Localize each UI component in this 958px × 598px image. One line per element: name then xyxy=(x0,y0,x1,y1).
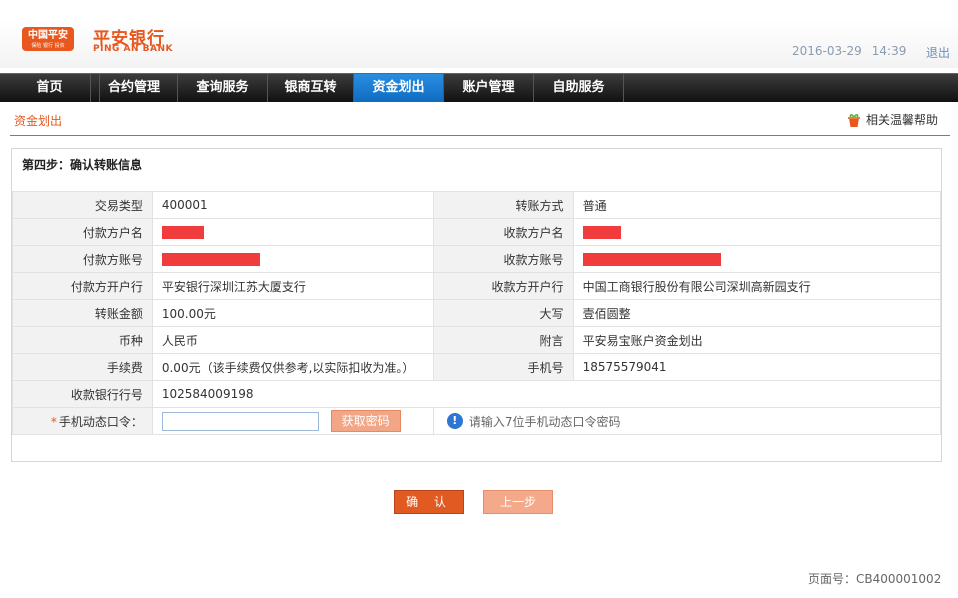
value-amount-uppercase: 壹佰圆整 xyxy=(572,299,942,327)
table-row: * 手机动态口令： 获取密码 ! 请输入7位手机动态口令密码 xyxy=(12,407,942,435)
label-currency: 币种 xyxy=(12,326,153,354)
current-date: 2016-03-29 xyxy=(792,44,862,58)
label-payer-account: 付款方账号 xyxy=(12,245,153,273)
table-row: 付款方开户行 平安银行深圳江苏大厦支行 收款方开户行 中国工商银行股份有限公司深… xyxy=(12,272,942,300)
nav-item-fund-out[interactable]: 资金划出 xyxy=(354,74,444,102)
nav-item-home[interactable]: 首页 xyxy=(0,74,100,102)
otp-label: 手机动态口令： xyxy=(58,414,143,429)
label-bank-code: 收款银行行号 xyxy=(12,380,153,408)
logout-link[interactable]: 退出 xyxy=(926,44,950,61)
gift-basket-icon xyxy=(848,114,860,127)
step-title: 第四步：确认转账信息 xyxy=(22,158,143,172)
label-amount-uppercase: 大写 xyxy=(432,299,574,327)
label-payer-name: 付款方户名 xyxy=(12,218,153,246)
value-payee-bank: 中国工商银行股份有限公司深圳高新园支行 xyxy=(572,272,942,300)
redaction-mark xyxy=(161,253,260,266)
pingan-logo: 中国平安 保险 银行 投资 xyxy=(22,27,74,51)
nav-item-bank-transfer[interactable]: 银商互转 xyxy=(268,74,354,102)
label-remark: 附言 xyxy=(432,326,574,354)
logo-subtext: 保险 银行 投资 xyxy=(31,43,65,49)
table-row: 付款方账号 收款方账号 xyxy=(12,245,942,273)
info-icon: ! xyxy=(446,413,463,429)
nav-item-self-service[interactable]: 自助服务 xyxy=(534,74,624,102)
value-payee-name xyxy=(572,218,942,246)
header-bar: 中国平安 保险 银行 投资 平安银行 PING AN BANK 2016-03-… xyxy=(0,20,958,68)
table-row: 交易类型 400001 转账方式 普通 xyxy=(12,191,942,219)
redaction-mark xyxy=(582,253,721,266)
brand-name-en: PING AN BANK xyxy=(93,44,173,54)
value-amount: 100.00元 xyxy=(151,299,434,327)
nav-item-query[interactable]: 查询服务 xyxy=(178,74,268,102)
current-time: 14:39 xyxy=(871,44,907,58)
label-payee-bank: 收款方开户行 xyxy=(432,272,574,300)
value-currency: 人民币 xyxy=(151,326,434,354)
table-row: 付款方户名 收款方户名 xyxy=(12,218,942,246)
page-number: 页面号：CB400001002 xyxy=(808,572,942,586)
table-row: 转账金额 100.00元 大写 壹佰圆整 xyxy=(12,299,942,327)
table-row: 币种 人民币 附言 平安易宝账户资金划出 xyxy=(12,326,942,354)
label-phone: 手机号 xyxy=(432,353,574,381)
datetime: 2016-03-29 14:39 xyxy=(792,44,916,58)
transfer-info-table: 交易类型 400001 转账方式 普通 付款方户名 收款方户名 付款方账号 收款… xyxy=(12,191,942,435)
label-payer-bank: 付款方开户行 xyxy=(12,272,153,300)
label-transaction-type: 交易类型 xyxy=(12,191,153,219)
logo-text: 中国平安 xyxy=(28,30,68,41)
get-otp-button[interactable]: 获取密码 xyxy=(330,410,401,432)
confirm-panel: 第四步：确认转账信息 交易类型 400001 转账方式 普通 付款方户名 收款方… xyxy=(11,148,942,462)
required-mark: * xyxy=(50,414,57,429)
table-row: 手续费 0.00元（该手续费仅供参考,以实际扣收为准。） 手机号 1857557… xyxy=(12,353,942,381)
label-payee-name: 收款方户名 xyxy=(432,218,574,246)
label-otp: * 手机动态口令： xyxy=(12,407,153,435)
value-remark: 平安易宝账户资金划出 xyxy=(572,326,942,354)
otp-input[interactable] xyxy=(161,411,319,431)
redaction-mark xyxy=(161,226,204,239)
value-payee-account xyxy=(572,245,942,273)
value-phone: 18575579041 xyxy=(572,353,942,381)
value-payer-account xyxy=(151,245,434,273)
label-amount: 转账金额 xyxy=(12,299,153,327)
previous-step-button[interactable]: 上一步 xyxy=(483,490,553,514)
value-bank-code: 102584009198 xyxy=(151,380,942,408)
help-label: 相关温馨帮助 xyxy=(866,113,939,127)
value-payer-bank: 平安银行深圳江苏大厦支行 xyxy=(151,272,434,300)
main-nav: 首页 合约管理 查询服务 银商互转 资金划出 账户管理 自助服务 xyxy=(0,73,958,102)
confirm-button[interactable]: 确 认 xyxy=(394,490,464,514)
otp-hint: 请输入7位手机动态口令密码 xyxy=(468,414,621,429)
otp-cell: 获取密码 xyxy=(151,407,434,435)
label-fee: 手续费 xyxy=(12,353,153,381)
section-title: 资金划出 xyxy=(14,114,63,128)
value-payer-name xyxy=(151,218,434,246)
value-transfer-method: 普通 xyxy=(572,191,942,219)
label-payee-account: 收款方账号 xyxy=(432,245,574,273)
otp-hint-cell: ! 请输入7位手机动态口令密码 xyxy=(432,407,942,435)
table-row: 收款银行行号 102584009198 xyxy=(12,380,942,408)
label-transfer-method: 转账方式 xyxy=(432,191,574,219)
nav-item-contract[interactable]: 合约管理 xyxy=(90,74,178,102)
redaction-mark xyxy=(582,226,621,239)
help-link[interactable]: 相关温馨帮助 xyxy=(846,111,938,128)
section-divider xyxy=(10,135,950,136)
value-fee: 0.00元（该手续费仅供参考,以实际扣收为准。） xyxy=(151,353,434,381)
value-transaction-type: 400001 xyxy=(151,191,434,219)
nav-item-account[interactable]: 账户管理 xyxy=(444,74,534,102)
